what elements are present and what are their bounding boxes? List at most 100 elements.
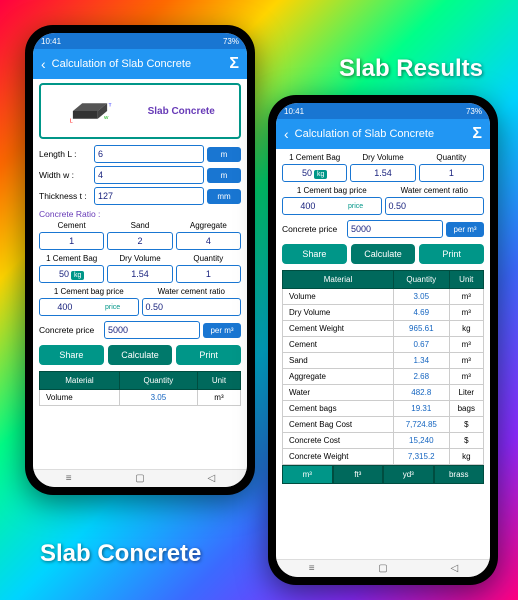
- th-qty: Quantity: [119, 372, 197, 390]
- concrete-price-input[interactable]: 5000: [104, 321, 200, 339]
- share-button[interactable]: Share: [282, 244, 347, 264]
- app-bar: ‹ Calculation of Slab Concrete Σ: [33, 49, 247, 79]
- kg-unit[interactable]: kg: [71, 271, 84, 280]
- aggregate-header: Aggregate: [176, 221, 241, 230]
- svg-text:L: L: [70, 119, 73, 125]
- bagprice-input[interactable]: 400price: [39, 298, 139, 316]
- qty-input[interactable]: 1: [419, 164, 484, 182]
- bag-header: 1 Cement Bag: [39, 254, 104, 263]
- calculate-button[interactable]: Calculate: [108, 345, 173, 365]
- app-title: Calculation of Slab Concrete: [295, 128, 434, 140]
- nav-home-icon[interactable]: ▢: [130, 475, 150, 483]
- table-row: Volume3.05m³: [40, 390, 241, 406]
- ratio-row: Cement 1 Sand 2 Aggregate 4: [39, 221, 241, 250]
- aggregate-input[interactable]: 4: [176, 232, 241, 250]
- price-unit[interactable]: price: [334, 203, 378, 210]
- qty-input[interactable]: 1: [176, 265, 241, 283]
- phone-left: 10:41 73% ‹ Calculation of Slab Concrete…: [25, 25, 255, 495]
- nav-menu-icon[interactable]: ≡: [59, 475, 79, 483]
- wcr-input[interactable]: 0.50: [385, 197, 485, 215]
- table-row: Aggregate2.68m³: [283, 369, 484, 385]
- dryvol-input[interactable]: 1.54: [350, 164, 415, 182]
- nav-menu-icon[interactable]: ≡: [302, 565, 322, 573]
- status-bar: 10:41 73%: [33, 33, 247, 49]
- sum-icon[interactable]: Σ: [229, 55, 239, 73]
- calculate-button[interactable]: Calculate: [351, 244, 416, 264]
- table-row: Concrete Weight7,315.2kg: [283, 449, 484, 465]
- cement-header: Cement: [39, 221, 104, 230]
- concrete-price-label: Concrete price: [39, 325, 101, 335]
- bagprice-header: 1 Cement bag price: [39, 287, 139, 296]
- app-bar: ‹ Calculation of Slab Concrete Σ: [276, 119, 490, 149]
- wcr-input[interactable]: 0.50: [142, 298, 242, 316]
- nav-back-icon[interactable]: ◁: [201, 475, 221, 483]
- unit-yd3[interactable]: yd³: [383, 465, 434, 484]
- nav-bar: ≡ ▢ ◁: [33, 469, 247, 487]
- unit-brass[interactable]: brass: [434, 465, 485, 484]
- bag-row: 1 Cement Bag 50kg Dry Volume 1.54 Quantity…: [39, 254, 241, 283]
- width-label: Width w :: [39, 170, 91, 180]
- th-material: Material: [283, 271, 394, 289]
- width-input[interactable]: 4: [94, 166, 204, 184]
- sand-input[interactable]: 2: [107, 232, 172, 250]
- kg-unit[interactable]: kg: [314, 170, 327, 179]
- back-icon[interactable]: ‹: [284, 126, 289, 142]
- unit-ft3[interactable]: ft³: [333, 465, 384, 484]
- heading-results: Slab Results: [339, 55, 483, 83]
- bag-input[interactable]: 50kg: [39, 265, 104, 283]
- length-unit[interactable]: m: [207, 147, 241, 162]
- table-row: Volume3.05m³: [283, 289, 484, 305]
- table-row: Cement Bag Cost7,724.85$: [283, 417, 484, 433]
- price-unit[interactable]: price: [91, 304, 135, 311]
- dryvol-header: Dry Volume: [107, 254, 172, 263]
- app-title: Calculation of Slab Concrete: [52, 58, 191, 70]
- concrete-price-input[interactable]: 5000: [347, 220, 443, 238]
- table-row: Water482.8Liter: [283, 385, 484, 401]
- share-button[interactable]: Share: [39, 345, 104, 365]
- dryvol-header: Dry Volume: [350, 153, 415, 162]
- concrete-price-label: Concrete price: [282, 224, 344, 234]
- cement-input[interactable]: 1: [39, 232, 104, 250]
- price-row: 1 Cement bag price 400price Water cement …: [282, 186, 484, 215]
- results-table: MaterialQuantityUnit Volume3.05m³Dry Vol…: [282, 270, 484, 465]
- bag-input[interactable]: 50kg: [282, 164, 347, 182]
- thickness-unit[interactable]: mm: [207, 189, 241, 204]
- th-material: Material: [40, 372, 120, 390]
- sand-header: Sand: [107, 221, 172, 230]
- unit-m3[interactable]: m³: [282, 465, 333, 484]
- nav-bar: ≡ ▢ ◁: [276, 559, 490, 577]
- concrete-price-unit[interactable]: per m³: [203, 323, 241, 338]
- width-unit[interactable]: m: [207, 168, 241, 183]
- print-button[interactable]: Print: [419, 244, 484, 264]
- dryvol-input[interactable]: 1.54: [107, 265, 172, 283]
- bag-header: 1 Cement Bag: [282, 153, 347, 162]
- back-icon[interactable]: ‹: [41, 56, 46, 72]
- bagprice-header: 1 Cement bag price: [282, 186, 382, 195]
- slab-shape-icon: L W T: [65, 97, 115, 125]
- status-time: 10:41: [284, 107, 304, 116]
- wcr-header: Water cement ratio: [142, 287, 242, 296]
- nav-home-icon[interactable]: ▢: [373, 565, 393, 573]
- heading-concrete: Slab Concrete: [40, 540, 201, 568]
- status-bar: 10:41 73%: [276, 103, 490, 119]
- slab-diagram: LWT Slab Concrete: [39, 83, 241, 139]
- concrete-price-unit[interactable]: per m³: [446, 222, 484, 237]
- qty-header: Quantity: [419, 153, 484, 162]
- sum-icon[interactable]: Σ: [472, 125, 482, 143]
- results-table: MaterialQuantityUnit Volume3.05m³: [39, 371, 241, 406]
- thickness-label: Thickness t :: [39, 191, 91, 201]
- svg-text:W: W: [104, 115, 109, 120]
- qty-header: Quantity: [176, 254, 241, 263]
- bag-row: 1 Cement Bag 50kg Dry Volume 1.54 Quantity…: [282, 153, 484, 182]
- print-button[interactable]: Print: [176, 345, 241, 365]
- th-qty: Quantity: [393, 271, 449, 289]
- length-input[interactable]: 6: [94, 145, 204, 163]
- table-row: Concrete Cost15,240$: [283, 433, 484, 449]
- svg-text:T: T: [109, 102, 112, 107]
- ratio-label: Concrete Ratio :: [39, 209, 241, 219]
- bagprice-input[interactable]: 400price: [282, 197, 382, 215]
- wcr-header: Water cement ratio: [385, 186, 485, 195]
- status-time: 10:41: [41, 37, 61, 46]
- nav-back-icon[interactable]: ◁: [444, 565, 464, 573]
- thickness-input[interactable]: 127: [94, 187, 204, 205]
